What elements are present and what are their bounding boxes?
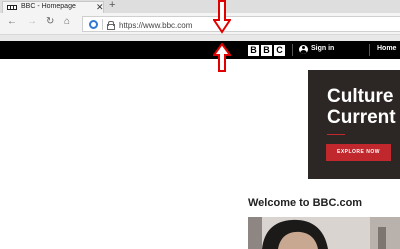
bbc-logo[interactable]: B B C [248,45,285,56]
up-arrow-annotation-icon [213,43,231,72]
browser-navbar: ← → ↻ ⌂ https://www.bbc.com [0,13,400,35]
promo-title: Culture Current [327,86,396,128]
header-divider [369,44,370,56]
address-bar[interactable]: https://www.bbc.com [82,16,400,32]
bbc-logo-block: C [274,45,285,56]
user-icon[interactable] [299,45,308,54]
promo-title-line: Culture [327,86,394,107]
url-text[interactable]: https://www.bbc.com [119,21,192,30]
culture-promo[interactable]: Culture Current EXPLORE NOW [308,70,400,179]
promo-title-line: Current [327,107,396,128]
down-arrow-annotation-icon [213,0,231,34]
nav-home-link[interactable]: Home [377,45,396,52]
tab-strip: BBC - Homepage ✕ + [0,0,400,13]
edge-icon [89,20,98,29]
new-tab-button[interactable]: + [109,0,115,11]
bbc-logo-block: B [248,45,259,56]
header-divider [292,44,293,56]
back-button[interactable]: ← [7,16,17,27]
address-separator [102,19,103,30]
home-button[interactable]: ⌂ [64,16,70,27]
signin-link[interactable]: Sign in [311,45,334,52]
featured-photo[interactable] [248,217,400,249]
tab-bbc-homepage[interactable]: BBC - Homepage ✕ [2,1,104,13]
bbc-logo-block: B [261,45,272,56]
reload-button[interactable]: ↻ [46,16,54,27]
close-tab-icon[interactable]: ✕ [96,2,104,13]
welcome-heading: Welcome to BBC.com [248,197,363,209]
bbc-header: B B C Sign in Home [0,41,400,59]
lock-icon[interactable] [107,21,115,30]
forward-button[interactable]: → [27,16,37,27]
promo-rule [327,134,345,135]
bbc-favicon-icon [7,5,17,10]
tab-title: BBC - Homepage [21,3,76,10]
explore-now-button[interactable]: EXPLORE NOW [326,144,391,161]
